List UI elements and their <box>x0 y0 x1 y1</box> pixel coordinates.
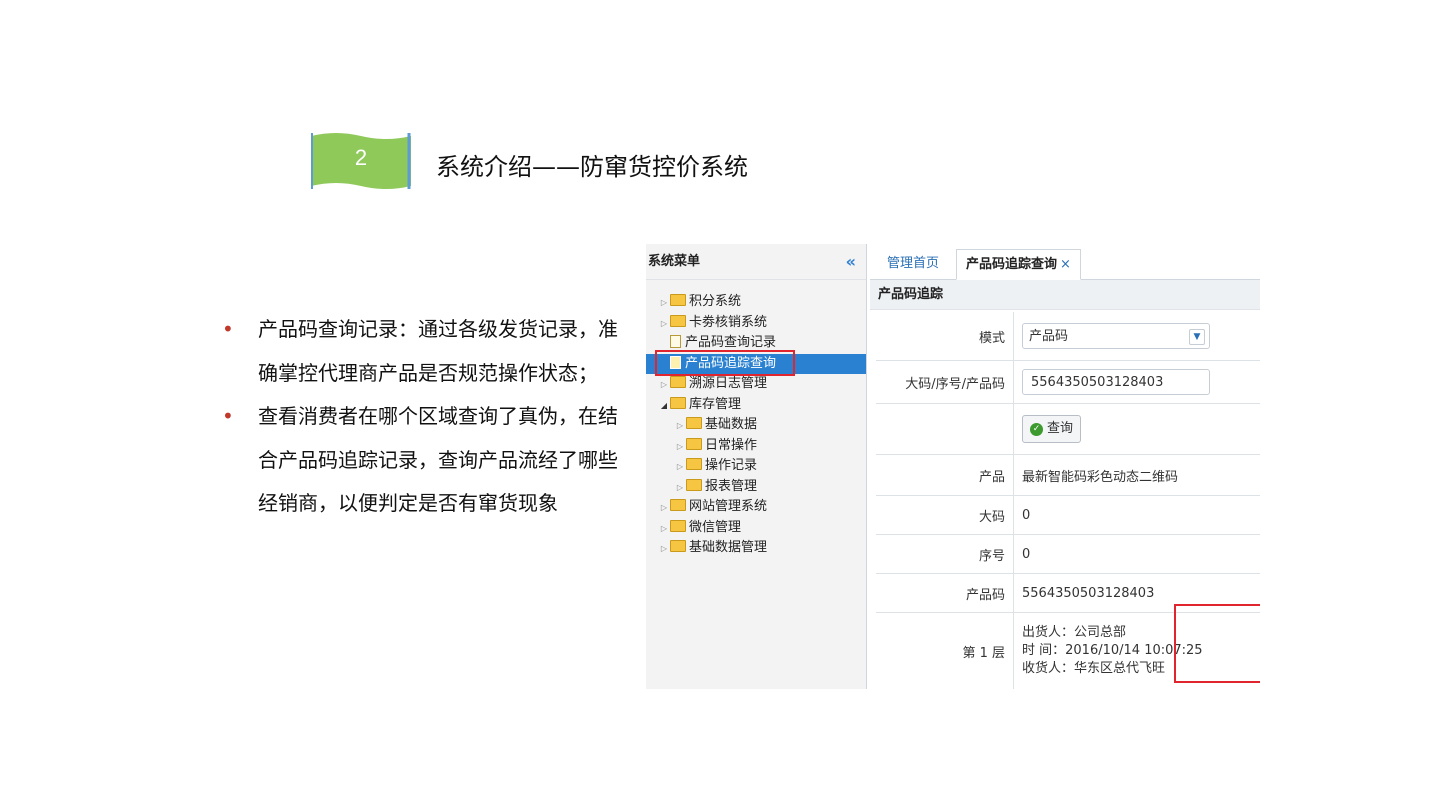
sidebar-item-wechat[interactable]: ▷ 微信管理 <box>646 518 866 539</box>
bullet-dot-icon: • <box>222 404 234 428</box>
form-row-bigcode: 大码 0 <box>876 496 1260 535</box>
bullet-item: • 产品码查询记录：通过各级发货记录，准确掌控代理商产品是否规范操作状态； <box>222 308 622 395</box>
layer-label: 第 1 层 <box>876 613 1014 689</box>
bigcode-value: 0 <box>1022 507 1031 523</box>
expand-icon[interactable]: ▷ <box>658 293 670 314</box>
sidebar-item-website[interactable]: ▷ 网站管理系统 <box>646 497 866 518</box>
bigcode-label: 大码 <box>876 496 1014 534</box>
code-label: 大码/序号/产品码 <box>876 361 1014 403</box>
expand-icon[interactable]: ▷ <box>658 375 670 396</box>
tab-bar: 管理首页 产品码追踪查询 × <box>870 244 1260 280</box>
empty-label <box>876 404 1014 454</box>
form-row-code: 大码/序号/产品码 5564350503128403 <box>876 361 1260 404</box>
chevron-down-icon: ▼ <box>1189 329 1205 345</box>
sidebar-item-trace-log[interactable]: ▷ 溯源日志管理 <box>646 374 866 395</box>
folder-icon <box>670 294 686 306</box>
file-icon <box>670 335 681 348</box>
folder-icon <box>670 376 686 388</box>
folder-icon <box>686 458 702 470</box>
bullet-item: • 查看消费者在哪个区域查询了真伪，在结合产品码追踪记录，查询产品流经了哪些经销商… <box>222 395 622 526</box>
folder-icon <box>686 437 702 450</box>
query-button[interactable]: ✓ 查询 <box>1022 415 1082 443</box>
panel-title: 产品码追踪 <box>870 280 1260 310</box>
sidebar-item-coupon[interactable]: ▷ 卡劵核销系统 <box>646 313 866 334</box>
main-area: 管理首页 产品码追踪查询 × 产品码追踪 模式 产品码 ▼ 大码/序号/产品码 55… <box>870 244 1260 689</box>
shipper-line: 出货人：公司总部 <box>1022 625 1127 640</box>
form-row-mode: 模式 产品码 ▼ <box>876 312 1260 361</box>
folder-icon <box>670 499 686 511</box>
sidebar-item-inventory[interactable]: ◢ 库存管理 <box>646 395 866 416</box>
sidebar-item-points[interactable]: ▷ 积分系统 <box>646 292 866 313</box>
collapse-icon[interactable]: « <box>846 244 856 279</box>
form-row-product: 产品 最新智能码彩色动态二维码 <box>876 455 1260 496</box>
bullet-dot-icon: • <box>222 317 234 341</box>
bullet-list: • 产品码查询记录：通过各级发货记录，准确掌控代理商产品是否规范操作状态； • 查看… <box>222 308 622 526</box>
expand-icon[interactable]: ▷ <box>658 498 670 519</box>
section-badge: 2 <box>311 133 411 189</box>
sidebar-header: 系统菜单 « <box>646 244 866 280</box>
mode-select[interactable]: 产品码 ▼ <box>1022 323 1210 349</box>
tab-code-trace[interactable]: 产品码追踪查询 × <box>956 249 1081 280</box>
sidebar: 系统菜单 « ▷ 积分系统 ▷ 卡劵核销系统 产品码查询记录 产品码追踪查询 ▷ 溯源… <box>646 244 867 689</box>
form-row-serial: 序号 0 <box>876 535 1260 574</box>
section-number: 2 <box>354 145 368 170</box>
productcode-value: 5564350503128403 <box>1022 585 1155 601</box>
folder-icon <box>670 519 686 532</box>
expand-icon[interactable]: ▷ <box>674 457 686 478</box>
folder-icon <box>686 478 702 491</box>
expand-icon[interactable]: ▷ <box>674 478 686 499</box>
serial-label: 序号 <box>876 535 1014 573</box>
receiver-line: 收货人：华东区总代飞旺 <box>1022 661 1166 676</box>
expand-icon[interactable]: ▷ <box>674 437 686 458</box>
expand-icon[interactable]: ▷ <box>658 519 670 540</box>
system-screenshot: 系统菜单 « ▷ 积分系统 ▷ 卡劵核销系统 产品码查询记录 产品码追踪查询 ▷ 溯源… <box>646 244 1260 689</box>
menu-tree: ▷ 积分系统 ▷ 卡劵核销系统 产品码查询记录 产品码追踪查询 ▷ 溯源日志管理 ◢ 库… <box>646 292 866 559</box>
sidebar-item-base-data-mgmt[interactable]: ▷ 基础数据管理 <box>646 538 866 559</box>
highlight-box <box>655 350 795 376</box>
product-label: 产品 <box>876 455 1014 495</box>
expand-icon[interactable]: ▷ <box>658 539 670 560</box>
folder-open-icon <box>670 396 686 409</box>
productcode-label: 产品码 <box>876 574 1014 612</box>
folder-icon <box>670 540 686 552</box>
sidebar-item-daily-ops[interactable]: ▷ 日常操作 <box>646 436 866 457</box>
folder-icon <box>686 417 702 429</box>
highlight-box <box>1174 604 1260 683</box>
check-icon: ✓ <box>1030 422 1043 436</box>
expand-icon[interactable]: ▷ <box>658 314 670 335</box>
slide-title: 系统介绍——防窜货控价系统 <box>436 153 748 181</box>
sidebar-item-reports[interactable]: ▷ 报表管理 <box>646 477 866 498</box>
form-row-button: ✓ 查询 <box>876 404 1260 455</box>
close-icon[interactable]: × <box>1060 257 1071 272</box>
sidebar-item-op-records[interactable]: ▷ 操作记录 <box>646 456 866 477</box>
product-value: 最新智能码彩色动态二维码 <box>1022 469 1179 485</box>
code-input[interactable]: 5564350503128403 <box>1022 369 1210 395</box>
sidebar-title: 系统菜单 <box>648 254 701 269</box>
serial-value: 0 <box>1022 546 1031 562</box>
tab-home[interactable]: 管理首页 <box>878 249 948 278</box>
sidebar-item-base-data[interactable]: ▷ 基础数据 <box>646 415 866 436</box>
expand-icon[interactable]: ▷ <box>674 416 686 437</box>
mode-label: 模式 <box>876 312 1014 360</box>
folder-icon <box>670 314 686 327</box>
collapse-tree-icon[interactable]: ◢ <box>658 396 670 417</box>
